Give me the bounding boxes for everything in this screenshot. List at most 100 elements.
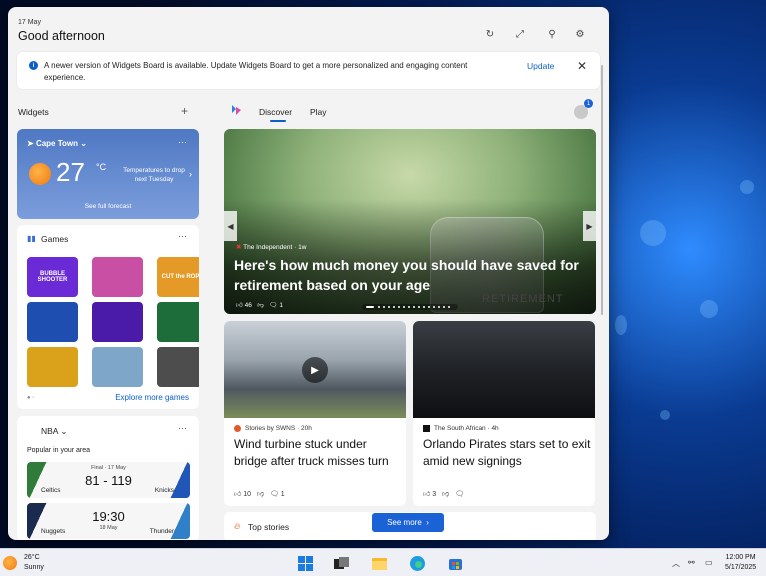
source-label: The South African · 4h: [434, 425, 499, 433]
scrollbar[interactable]: [601, 65, 603, 315]
start-icon[interactable]: [297, 555, 314, 572]
game-tile-brush-game[interactable]: [92, 257, 143, 297]
fire-icon: 🔥︎: [234, 521, 241, 531]
team2: Thunder: [149, 528, 174, 535]
source-label: Stories by SWNS · 20h: [245, 425, 312, 433]
explore-games-link[interactable]: Explore more games: [115, 393, 189, 402]
games-title: Games: [41, 234, 69, 244]
widgets-title: Widgets: [18, 107, 49, 117]
see-more-label: See more: [387, 518, 422, 527]
edge-icon[interactable]: [409, 555, 426, 572]
file-explorer-icon[interactable]: [371, 555, 388, 572]
hero-article[interactable]: RETIREMENT ✖ The Independent · 1w Here's…: [224, 129, 596, 314]
clock-time: 12:00 PM: [725, 554, 756, 561]
like-icon[interactable]: 👍︎: [234, 491, 241, 498]
pin-icon[interactable]: ⚲: [543, 25, 561, 43]
nba-label: NBA: [41, 426, 59, 436]
more-icon[interactable]: ···: [178, 231, 187, 241]
article-reactions: 👍︎ 3 👎︎ 🗨︎: [423, 489, 464, 498]
game-tile-cut-the-rope[interactable]: CUT the ROPE: [157, 257, 199, 297]
forecast-link[interactable]: See full forecast: [17, 203, 199, 210]
comment-icon[interactable]: 🗨︎: [270, 491, 279, 498]
game-status: Final · 17 May: [91, 465, 126, 471]
article-source: Stories by SWNS · 20h: [234, 425, 312, 432]
close-icon[interactable]: ✕: [577, 59, 587, 73]
greeting: Good afternoon: [18, 29, 105, 43]
game-tile-taxi-parking[interactable]: [157, 347, 199, 387]
games-widget: ▮▮ Games ··· BUBBLE SHOOTERCUT the ROPE …: [17, 225, 199, 409]
top-stories-title: Top stories: [248, 522, 290, 532]
expand-icon[interactable]: ⤢: [511, 25, 529, 43]
weather-note[interactable]: Temperatures to drop next Tuesday: [121, 166, 187, 184]
settings-icon[interactable]: ⚙: [571, 25, 589, 43]
comment-count: 1: [280, 491, 285, 498]
location-label: Cape Town: [35, 139, 79, 148]
comment-icon[interactable]: 🗨︎: [269, 302, 277, 309]
see-more-button[interactable]: See more ›: [372, 513, 444, 532]
weather-location[interactable]: ➤ Cape Town ⌄: [27, 139, 87, 148]
game-tile-paper-plane[interactable]: [92, 302, 143, 342]
dislike-icon[interactable]: 👎︎: [257, 302, 264, 309]
story-card[interactable]: ▶ Stories by SWNS · 20h Wind turbine stu…: [224, 321, 406, 506]
game-tile-bubble-shooter[interactable]: BUBBLE SHOOTER: [27, 257, 78, 297]
more-icon[interactable]: ···: [178, 423, 187, 433]
refresh-icon[interactable]: ↻: [481, 25, 499, 43]
game-tile-car-crash[interactable]: [27, 347, 78, 387]
show-hidden-icons[interactable]: ︿: [672, 558, 680, 569]
tab-discover[interactable]: Discover: [259, 107, 292, 117]
like-icon[interactable]: 👍︎: [423, 491, 430, 498]
info-icon: i: [29, 61, 38, 70]
network-icon[interactable]: ⚯: [688, 558, 695, 567]
notification-badge: 1: [584, 99, 593, 108]
add-widget-icon[interactable]: +: [181, 104, 188, 118]
display-icon[interactable]: ▭: [705, 558, 713, 567]
article-title[interactable]: Orlando Pirates stars set to exit amid n…: [423, 436, 591, 470]
store-icon[interactable]: [447, 555, 464, 572]
taskbar-temp[interactable]: 26°C: [24, 554, 40, 561]
next-arrow-icon[interactable]: ▶: [583, 211, 596, 241]
article-title[interactable]: Here's how much money you should have sa…: [234, 255, 584, 295]
weather-sun-icon[interactable]: [3, 556, 17, 570]
taskbar-condition[interactable]: Sunny: [24, 564, 44, 571]
game-row[interactable]: Final · 17 May 81 - 119 Celtics Knicks: [27, 462, 190, 498]
clock[interactable]: 12:00 PM 5/17/2025: [725, 553, 756, 573]
task-view-icon[interactable]: [333, 555, 350, 572]
comment-icon[interactable]: 🗨︎: [455, 491, 464, 498]
team1: Celtics: [41, 487, 61, 494]
weather-widget[interactable]: ➤ Cape Town ⌄ ··· 27 °C Temperatures to …: [17, 129, 199, 219]
weather-unit: °C: [96, 162, 107, 172]
nba-widget: NBA ⌄ ··· Popular in your area Final · 1…: [17, 416, 199, 540]
like-icon[interactable]: 👍︎: [236, 302, 243, 309]
widgets-board: 17 May Good afternoon ↻ ⤢ ⚲ ⚙ i A newer …: [8, 7, 609, 540]
nba-title[interactable]: NBA ⌄: [41, 426, 68, 437]
update-notice: i A newer version of Widgets Board is av…: [17, 52, 600, 89]
previous-arrow-icon[interactable]: ◀: [224, 211, 237, 241]
game-row[interactable]: 18 May 19:30 Nuggets Thunder: [27, 503, 190, 539]
header-date: 17 May: [18, 19, 41, 26]
dislike-icon[interactable]: 👎︎: [442, 491, 449, 498]
wallpaper-bokeh: [740, 180, 754, 194]
update-link[interactable]: Update: [527, 61, 554, 71]
tab-play[interactable]: Play: [310, 107, 327, 117]
carousel-pager[interactable]: [362, 304, 458, 310]
story-card[interactable]: The South African · 4h Orlando Pirates s…: [413, 321, 595, 506]
wallpaper-bokeh: [615, 315, 627, 335]
game-tile-block-puzzle[interactable]: [27, 302, 78, 342]
source-label: The Independent · 1w: [243, 244, 307, 251]
article-source: The South African · 4h: [423, 425, 499, 432]
article-title[interactable]: Wind turbine stuck under bridge after tr…: [234, 436, 402, 470]
tab-underline: [270, 120, 286, 122]
article-reactions: 👍︎ 10 👎︎ 🗨︎ 1: [234, 489, 285, 498]
team2: Knicks: [154, 487, 174, 494]
wallpaper-bokeh: [640, 220, 666, 246]
game-tile-rally-car[interactable]: [92, 347, 143, 387]
play-icon[interactable]: ▶: [302, 357, 328, 383]
taskbar: 26°C Sunny ︿ ⚯ ▭ 12:00 PM 5/17/2025: [0, 548, 766, 576]
pager-dots[interactable]: ● ◦: [27, 395, 34, 401]
game-tile-mahjong[interactable]: [157, 302, 199, 342]
article-source: ✖ The Independent · 1w: [236, 243, 306, 251]
dislike-icon[interactable]: 👎︎: [257, 491, 264, 498]
story-image: [413, 321, 595, 418]
chevron-right-icon[interactable]: ›: [189, 169, 192, 179]
more-icon[interactable]: ···: [178, 137, 187, 147]
